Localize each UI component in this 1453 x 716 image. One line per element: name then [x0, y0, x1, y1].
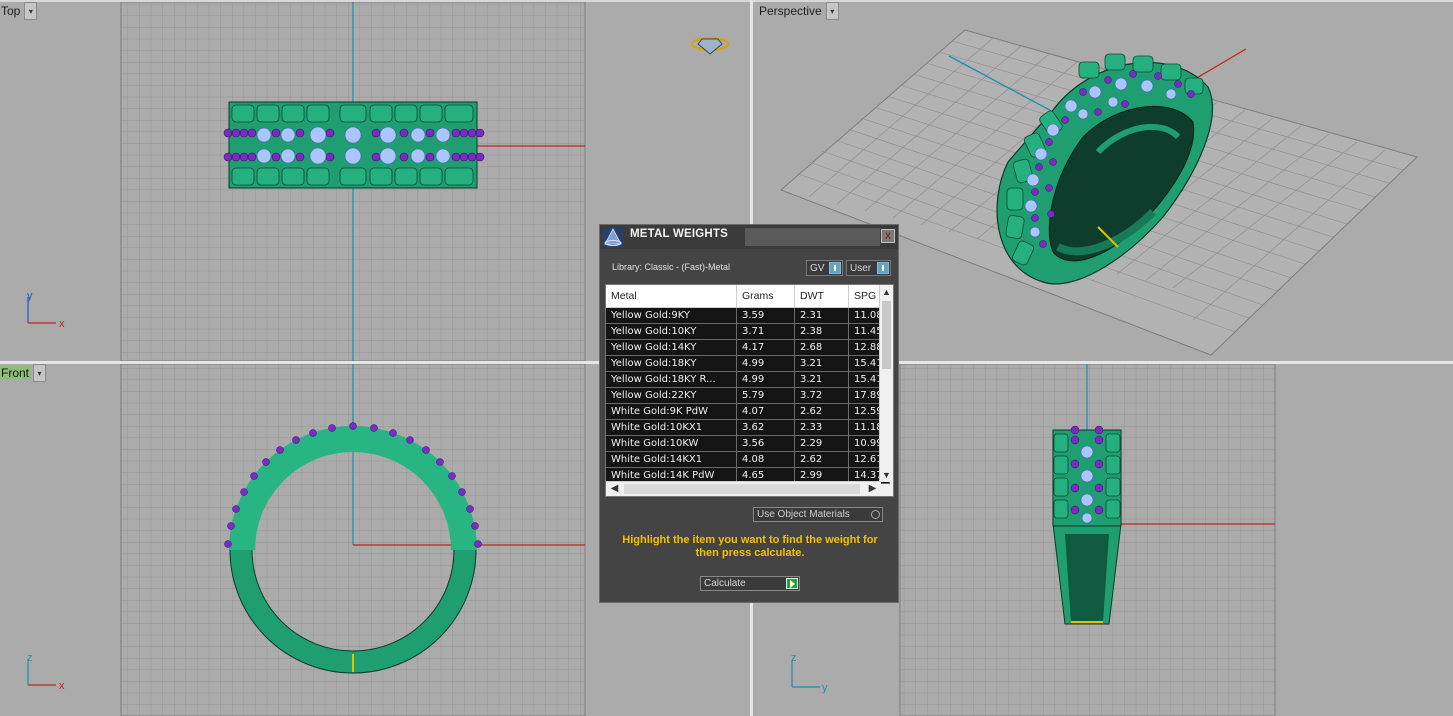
close-button[interactable]: x: [881, 229, 895, 243]
dwt-cell: 3.72: [794, 387, 849, 404]
scroll-thumb[interactable]: [882, 301, 891, 369]
toggle-knob-icon: [829, 262, 841, 274]
column-header-metal[interactable]: Metal: [606, 285, 737, 308]
use-object-materials-label: Use Object Materials: [757, 509, 850, 520]
grams-cell: 5.79: [736, 387, 795, 404]
metal-cell: Yellow Gold:18KY: [606, 355, 737, 372]
metal-weights-dialog: METAL WEIGHTS x Library: Classic - (Fast…: [599, 224, 899, 603]
metal-cell: White Gold:10KW: [606, 435, 737, 452]
grams-cell: 3.62: [736, 419, 795, 436]
library-label: Library: Classic - (Fast)-Metal: [612, 262, 731, 272]
metal-cell: Yellow Gold:10KY: [606, 323, 737, 340]
table-row[interactable]: Yellow Gold:18KY 4.99 3.21 15.41: [606, 355, 890, 372]
grams-cell: 3.59: [736, 307, 795, 324]
table-row[interactable]: Yellow Gold:18KY R... 4.99 3.21 15.41: [606, 371, 890, 388]
metal-cell: Yellow Gold:22KY: [606, 387, 737, 404]
chevron-down-icon[interactable]: ▾: [825, 2, 839, 20]
table-header-row: Metal Grams DWT SPG: [606, 285, 890, 308]
viewport-label-text: Perspective: [759, 4, 822, 18]
scroll-up-icon[interactable]: ▲: [880, 286, 893, 298]
dwt-cell: 2.29: [794, 435, 849, 452]
grams-cell: 4.07: [736, 403, 795, 420]
scroll-right-icon[interactable]: ▶: [866, 482, 879, 496]
metal-cell: White Gold:9K PdW: [606, 403, 737, 420]
table-row[interactable]: White Gold:14KX1 4.08 2.62 12.61: [606, 451, 890, 468]
scroll-down-icon[interactable]: ▼: [880, 469, 893, 481]
table-row[interactable]: White Gold:9K PdW 4.07 2.62 12.59: [606, 403, 890, 420]
table-row[interactable]: White Gold:10KW 3.56 2.29 10.99: [606, 435, 890, 452]
grams-cell: 3.56: [736, 435, 795, 452]
dialog-title: METAL WEIGHTS: [630, 228, 729, 240]
axis-x-label: x: [59, 318, 65, 330]
table-horizontal-scrollbar[interactable]: ◀ ▶: [606, 481, 881, 496]
ring-side-view[interactable]: [1052, 425, 1122, 625]
calculate-label: Calculate: [704, 578, 746, 589]
table-row[interactable]: Yellow Gold:22KY 5.79 3.72 17.89: [606, 387, 890, 404]
table-vertical-scrollbar[interactable]: ▲ ▼: [879, 285, 893, 482]
viewport-label-text: Front: [0, 366, 32, 380]
axis-y-label: y: [822, 682, 828, 694]
gv-toggle[interactable]: GV: [806, 260, 843, 276]
dwt-cell: 2.31: [794, 307, 849, 324]
dwt-cell: 2.38: [794, 323, 849, 340]
radio-icon[interactable]: [871, 510, 880, 519]
metal-cell: Yellow Gold:14KY: [606, 339, 737, 356]
metal-cell: Yellow Gold:9KY: [606, 307, 737, 324]
dwt-cell: 2.68: [794, 339, 849, 356]
table-row[interactable]: Yellow Gold:10KY 3.71 2.38 11.45: [606, 323, 890, 340]
gv-toggle-label: GV: [810, 262, 825, 274]
grams-cell: 4.99: [736, 355, 795, 372]
user-toggle[interactable]: User: [846, 260, 891, 276]
grams-cell: 3.71: [736, 323, 795, 340]
viewport-label-front[interactable]: Front ▾: [0, 364, 47, 382]
axis-y-label: y: [27, 290, 33, 302]
scroll-left-icon[interactable]: ◀: [608, 482, 621, 496]
dwt-cell: 2.62: [794, 403, 849, 420]
axis-triad-side: [791, 661, 820, 688]
title-bar-fill: [745, 228, 880, 246]
play-icon[interactable]: [786, 578, 798, 589]
diamond-gizmo-icon[interactable]: [691, 37, 729, 55]
viewport-label-top[interactable]: Top ▾: [0, 2, 38, 20]
table-row[interactable]: Yellow Gold:9KY 3.59 2.31 11.08: [606, 307, 890, 324]
table-row[interactable]: White Gold:10KX1 3.62 2.33 11.18: [606, 419, 890, 436]
ring-top-view[interactable]: [223, 101, 485, 189]
user-toggle-label: User: [850, 262, 872, 274]
axis-z-label: z: [27, 652, 33, 664]
chevron-down-icon[interactable]: ▾: [33, 364, 47, 382]
axis-z-label: z: [791, 652, 797, 664]
grams-cell: 4.08: [736, 451, 795, 468]
metal-table[interactable]: Metal Grams DWT SPG Yellow Gold:9KY 3.59 2…: [605, 284, 894, 497]
metal-cell: White Gold:14KX1: [606, 451, 737, 468]
metal-cell: White Gold:10KX1: [606, 419, 737, 436]
toggle-knob-icon: [877, 262, 889, 274]
viewport-label-text: Top: [1, 4, 21, 18]
use-object-materials-option[interactable]: Use Object Materials: [753, 507, 883, 522]
metal-cell: Yellow Gold:18KY R...: [606, 371, 737, 388]
scroll-thumb[interactable]: [624, 484, 860, 494]
dwt-cell: 3.21: [794, 371, 849, 388]
dwt-cell: 2.33: [794, 419, 849, 436]
dialog-title-bar[interactable]: METAL WEIGHTS x: [600, 225, 898, 249]
column-header-dwt[interactable]: DWT: [794, 285, 849, 308]
column-header-grams[interactable]: Grams: [736, 285, 795, 308]
axis-x-label: x: [59, 680, 65, 692]
grams-cell: 4.17: [736, 339, 795, 356]
chevron-down-icon[interactable]: ▾: [24, 2, 38, 20]
app-logo-icon: [602, 227, 624, 247]
instruction-text: Highlight the item you want to find the …: [622, 534, 878, 559]
dwt-cell: 3.21: [794, 355, 849, 372]
metal-table-grid: Metal Grams DWT SPG Yellow Gold:9KY 3.59 2…: [606, 285, 890, 484]
grams-cell: 4.99: [736, 371, 795, 388]
table-row[interactable]: Yellow Gold:14KY 4.17 2.68 12.88: [606, 339, 890, 356]
dwt-cell: 2.62: [794, 451, 849, 468]
calculate-button[interactable]: Calculate: [700, 576, 800, 591]
viewport-label-perspective[interactable]: Perspective ▾: [758, 2, 839, 20]
